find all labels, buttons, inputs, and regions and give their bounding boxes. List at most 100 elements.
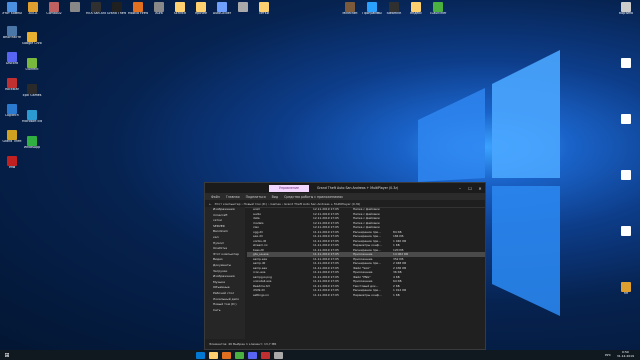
close-icon[interactable]: ✕ (475, 186, 485, 191)
desktop-icon[interactable]: Aura (149, 2, 169, 24)
desktop-icon[interactable]: AutoClicker (212, 2, 232, 24)
desktop-icon[interactable] (616, 114, 636, 136)
desktop-icon[interactable]: Grand Theft Auto V (107, 2, 127, 24)
file-name: settings.ini (253, 292, 269, 297)
app-icon (7, 156, 17, 166)
taskbar-app-icon[interactable] (274, 351, 283, 359)
app-icon (175, 2, 185, 12)
app-icon (345, 2, 355, 12)
desktop-icon[interactable]: AOLA (23, 2, 43, 24)
desktop-icon[interactable]: uTorrent (22, 58, 42, 80)
desktop-icon-label: Этот компьютер (2, 12, 22, 15)
desktop-icon[interactable] (65, 2, 85, 24)
desktop-icon[interactable]: WhatsApp (22, 136, 42, 158)
desktop-icon-label: RH (623, 292, 629, 295)
taskbar-app-icon[interactable] (209, 351, 218, 359)
manage-tab[interactable]: Управление (269, 184, 309, 192)
system-tray: РУС 0:50 31.12.2019 (605, 351, 640, 358)
navigation-pane: Изображения minecraft сетки SERVER Bandicam к… (205, 207, 245, 339)
desktop-icon-label: Aura (155, 12, 163, 15)
desktop-icon-label: Grand Theft (2, 140, 22, 143)
app-icon (7, 104, 17, 114)
title-bar[interactable]: Управление Grand Theft Auto San Andreas … (205, 183, 485, 193)
taskbar-app-icon[interactable] (261, 351, 270, 359)
desktop-icon[interactable]: SERVER (170, 2, 190, 24)
desktop-icon-label: Epic Games (22, 94, 42, 97)
app-icon (238, 2, 248, 12)
desktop-icon[interactable]: Mozilla Firefox (128, 2, 148, 24)
desktop-icon[interactable]: Корзина (616, 2, 636, 24)
ribbon-tab[interactable]: Средства работы с приложениями (284, 195, 342, 199)
desktop-icon-label: сетки (259, 12, 269, 15)
desktop-icon-label: Google Chrome (22, 42, 42, 45)
desktop-icon[interactable]: Combo02 (44, 2, 64, 24)
desktop-icon-label: Mozilla Firefox (128, 12, 148, 15)
address-path[interactable]: Этот компьютер › Новый том (D:) › Games … (215, 202, 361, 206)
desktop-icon[interactable]: Этот компьютер (2, 2, 22, 24)
app-icon (621, 170, 631, 180)
desktop-icon[interactable]: Logitech (2, 104, 22, 126)
desktop-icon-label: Logitech (5, 114, 19, 117)
app-icon (367, 2, 377, 12)
desktop-icon[interactable]: прочее (191, 2, 211, 24)
language-indicator[interactable]: РУС (605, 353, 611, 357)
windows-start-icon: ⊞ (4, 351, 10, 359)
ribbon-tab[interactable]: Главная (226, 195, 240, 199)
ribbon-tab[interactable]: Поделиться (246, 195, 266, 199)
desktop-icon-label: Программы (362, 12, 382, 15)
desktop-icon[interactable]: Яндекс (406, 2, 426, 24)
desktop-icon[interactable]: RH (616, 282, 636, 304)
app-icon (411, 2, 421, 12)
taskbar-app-icon[interactable] (248, 351, 257, 359)
desktop-icon[interactable] (616, 170, 636, 192)
desktop-icon[interactable]: ВКонтакте (2, 26, 22, 48)
taskbar-apps (194, 351, 285, 359)
desktop-icon[interactable]: Google Chrome (22, 32, 42, 54)
window-title: Grand Theft Auto San Andreas + MultiPlay… (317, 186, 399, 190)
maximize-icon[interactable]: ☐ (465, 186, 475, 191)
desktop-icon[interactable]: Minecraft (340, 2, 360, 24)
ribbon-tab[interactable]: Файл (211, 195, 220, 199)
desktop-icon[interactable]: Discord (2, 52, 22, 74)
desktop-icon[interactable] (616, 58, 636, 80)
desktop-icon[interactable]: TLauncher (428, 2, 448, 24)
clock[interactable]: 0:50 31.12.2019 (617, 351, 634, 358)
app-icon (621, 282, 631, 292)
desktop-icon[interactable]: MTA San Andreas (86, 2, 106, 24)
app-icon (389, 2, 399, 12)
taskbar-app-icon[interactable] (196, 351, 205, 359)
desktop-icon[interactable]: Rockstar (2, 78, 22, 100)
desktop-icon-label: MTA San Andreas (86, 12, 106, 15)
taskbar-app-icon[interactable] (222, 351, 231, 359)
desktop-icon[interactable]: Grand Theft (2, 130, 22, 152)
app-icon (217, 2, 227, 12)
file-list: anim 12.11.2019 17:05 Папка с файлами audio… (247, 207, 485, 339)
minimize-icon[interactable]: – (455, 186, 465, 191)
desktop-icon[interactable]: lmw (2, 156, 22, 178)
app-icon (7, 52, 17, 62)
desktop-icon[interactable] (233, 2, 253, 24)
ribbon-tab[interactable]: Вид (272, 195, 278, 199)
desktop-icon[interactable]: Epic Games (22, 84, 42, 106)
back-icon[interactable]: ← (209, 202, 212, 206)
desktop-icon[interactable]: SteamVR (384, 2, 404, 24)
app-icon (196, 2, 206, 12)
desktop-icon[interactable]: Microsoft Edge (22, 110, 42, 132)
file-date: 11.11.2019 17:05 (313, 292, 339, 297)
desktop-icon-label: uTorrent (25, 68, 39, 71)
file-row[interactable]: settings.ini 11.11.2019 17:05 Параметры ко… (247, 293, 485, 298)
app-icon (259, 2, 269, 12)
desktop-icon-label: TLauncher (429, 12, 447, 15)
app-icon (433, 2, 443, 12)
desktop-icon[interactable]: Программы (362, 2, 382, 24)
taskbar-app-icon[interactable] (235, 351, 244, 359)
app-icon (70, 2, 80, 12)
desktop-icon[interactable] (616, 226, 636, 248)
desktop-icon[interactable]: сетки (254, 2, 274, 24)
app-icon (27, 32, 37, 42)
ribbon-tabs: Файл Главная Поделиться Вид Средства работы … (205, 193, 485, 200)
file-explorer-window[interactable]: Управление Grand Theft Auto San Andreas … (204, 182, 486, 350)
desktop-icon-label: ВКонтакте (2, 36, 22, 39)
start-button[interactable]: ⊞ (0, 350, 14, 360)
nav-item[interactable]: Сеть (205, 308, 245, 314)
